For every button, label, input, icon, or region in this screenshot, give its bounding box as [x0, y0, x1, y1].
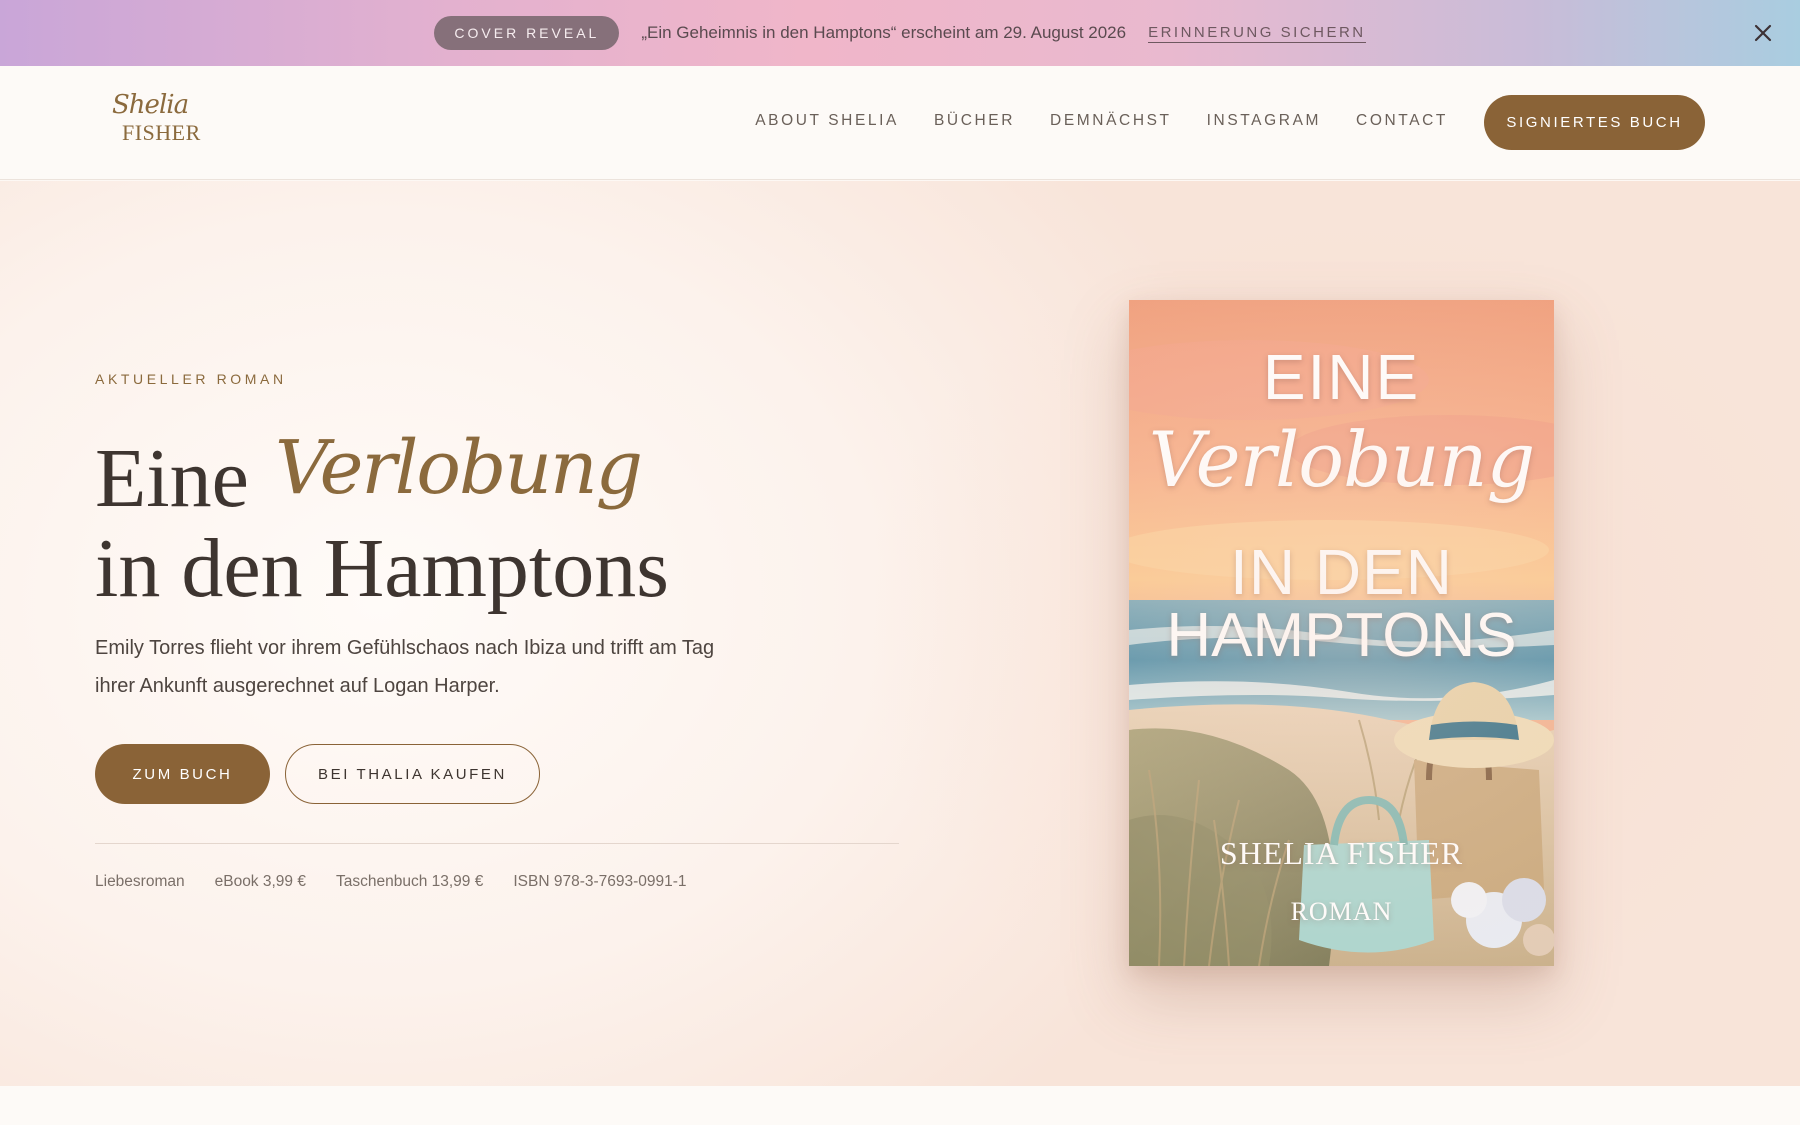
next-section-strip [0, 1086, 1800, 1125]
book-cover[interactable]: EINE Verlobung IN DEN HAMPTONS SHELIA FI… [1129, 300, 1554, 966]
meta-isbn: ISBN 978-3-7693-0991-1 [513, 873, 687, 890]
site-header: Shelia FISHER ABOUT SHELIA BÜCHER DEMNÄC… [0, 66, 1800, 180]
reminder-link[interactable]: ERINNERUNG SICHERN [1148, 24, 1366, 43]
hero-section: AKTUELLER ROMAN Eine Verlobung in den Ha… [0, 181, 1800, 1086]
hero-title-serif: Eine [95, 432, 249, 525]
cover-title-eine: EINE [1262, 341, 1421, 413]
logo-caps: FISHER [122, 120, 201, 145]
cover-reveal-badge: COVER REVEAL [434, 16, 620, 50]
hero-eyebrow: AKTUELLER ROMAN [95, 371, 287, 387]
signed-book-button[interactable]: SIGNIERTES BUCH [1484, 95, 1705, 150]
close-icon[interactable] [1748, 18, 1778, 48]
announcement-text: „Ein Geheimnis in den Hamptons“ erschein… [641, 23, 1127, 42]
hero-description: Emily Torres flieht vor ihrem Gefühlscha… [95, 637, 715, 697]
announcement-bar: COVER REVEAL „Ein Geheimnis in den Hampt… [0, 0, 1800, 66]
cover-title-hamptons: HAMPTONS [1166, 601, 1517, 670]
logo-script: Shelia [112, 90, 189, 120]
cover-title-script: Verlobung [1148, 415, 1535, 504]
divider [95, 843, 899, 844]
logo[interactable]: Shelia FISHER [108, 90, 204, 152]
hero-title-line1: Eine Verlobung [95, 401, 643, 525]
main-nav: ABOUT SHELIA BÜCHER DEMNÄCHST INSTAGRAM … [755, 112, 1448, 130]
buy-thalia-button[interactable]: BEI THALIA KAUFEN [285, 744, 540, 804]
meta-ebook-price: eBook 3,99 € [214, 873, 306, 890]
hero-title-line2: in den Hamptons [95, 522, 669, 615]
nav-books[interactable]: BÜCHER [934, 112, 1015, 130]
to-book-button[interactable]: ZUM BUCH [95, 744, 270, 804]
book-meta: Liebesroman eBook 3,99 € Taschenbuch 13,… [95, 873, 687, 891]
meta-paperback-price: Taschenbuch 13,99 € [335, 873, 484, 890]
announcement-content: COVER REVEAL „Ein Geheimnis in den Hampt… [434, 16, 1366, 50]
cover-title-inden: IN DEN [1230, 536, 1453, 608]
meta-genre: Liebesroman [95, 873, 185, 890]
nav-about[interactable]: ABOUT SHELIA [755, 112, 899, 130]
cover-author: SHELIA FISHER [1219, 835, 1464, 871]
nav-upcoming[interactable]: DEMNÄCHST [1050, 112, 1172, 130]
nav-contact[interactable]: CONTACT [1356, 112, 1448, 130]
nav-instagram[interactable]: INSTAGRAM [1207, 112, 1321, 130]
hero-title-script: Verlobung [274, 425, 643, 511]
cover-genre: ROMAN [1290, 897, 1393, 926]
